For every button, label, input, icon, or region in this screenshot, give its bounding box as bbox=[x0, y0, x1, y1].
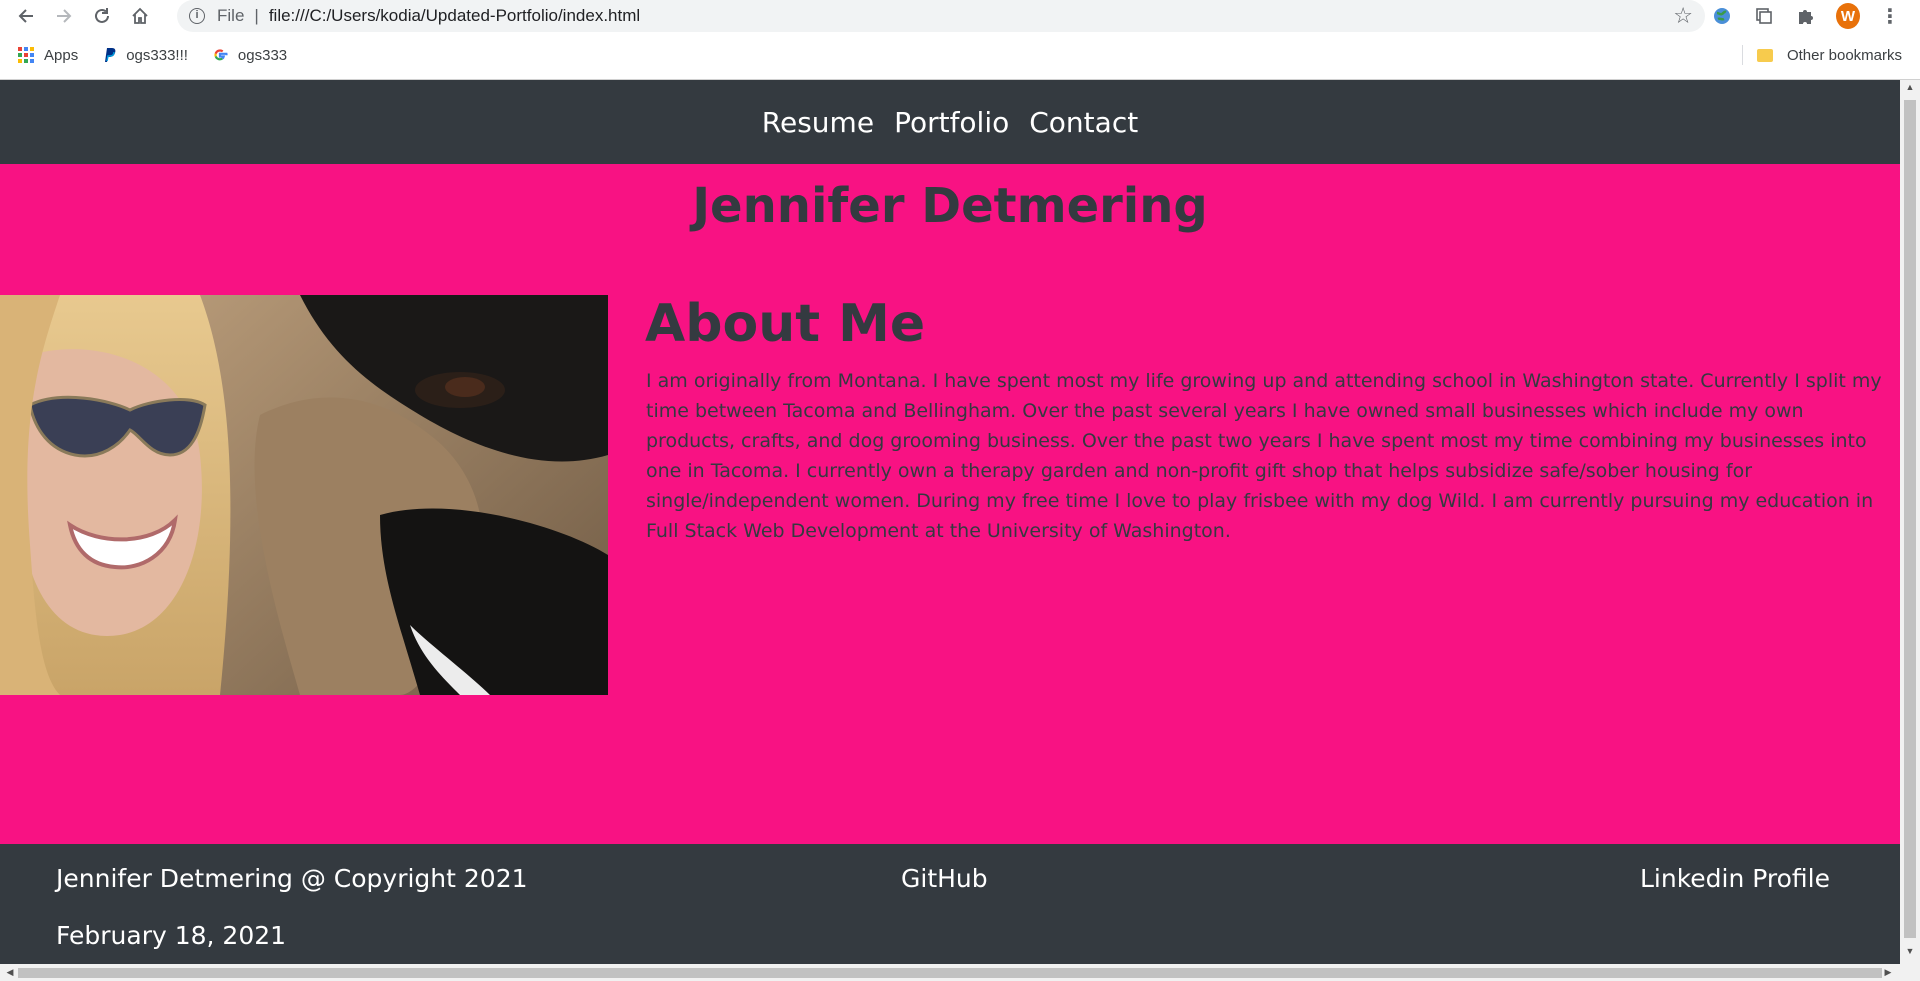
other-bookmarks[interactable]: Other bookmarks bbox=[1741, 38, 1902, 72]
vertical-scroll-thumb[interactable] bbox=[1904, 100, 1916, 938]
scroll-left-arrow-icon[interactable]: ◀ bbox=[2, 964, 18, 981]
vertical-scrollbar[interactable]: ▲ ▼ bbox=[1900, 80, 1920, 964]
scroll-down-arrow-icon[interactable]: ▼ bbox=[1900, 946, 1920, 962]
bookmark-star-icon[interactable]: ☆ bbox=[1673, 3, 1693, 29]
horizontal-scrollbar[interactable]: ◀ ▶ bbox=[0, 964, 1920, 981]
bookmark-google[interactable]: ogs333 bbox=[212, 47, 287, 64]
bookmark-label: ogs333 bbox=[237, 46, 288, 64]
bookmark-label: ogs333!!! bbox=[126, 46, 188, 64]
url-scheme-label: File bbox=[217, 6, 245, 25]
profile-avatar[interactable]: W bbox=[1836, 3, 1860, 29]
google-icon bbox=[212, 47, 228, 63]
home-button[interactable] bbox=[128, 4, 152, 28]
nav-link-contact[interactable]: Contact bbox=[1029, 106, 1138, 139]
url-separator: | bbox=[254, 6, 259, 25]
footer-date: February 18, 2021 bbox=[56, 921, 287, 950]
reload-icon bbox=[95, 8, 109, 23]
browser-toolbar: i File | file:///C:/Users/kodia/Updated-… bbox=[0, 0, 1920, 32]
bookmark-label: Apps bbox=[44, 46, 79, 64]
bookmark-apps[interactable]: Apps bbox=[18, 47, 78, 64]
apps-grid-icon bbox=[18, 47, 34, 63]
nav-link-portfolio[interactable]: Portfolio bbox=[894, 106, 1009, 139]
page-viewport: Resume Portfolio Contact Jennifer Detmer… bbox=[0, 80, 1900, 964]
globe-extension-icon[interactable] bbox=[1710, 4, 1734, 28]
bookmark-paypal[interactable]: ogs333!!! bbox=[102, 47, 188, 64]
woman-and-dog-photo-icon bbox=[0, 295, 608, 695]
arrow-right-icon bbox=[57, 9, 72, 23]
scroll-up-arrow-icon[interactable]: ▲ bbox=[1900, 82, 1920, 98]
toolbar-extensions: W ⋮ bbox=[1710, 0, 1920, 32]
about-paragraph: I am originally from Montana. I have spe… bbox=[646, 370, 1882, 542]
site-info-icon[interactable]: i bbox=[189, 8, 205, 24]
reload-button[interactable] bbox=[90, 4, 114, 28]
horizontal-scroll-thumb[interactable] bbox=[18, 968, 1882, 978]
address-bar[interactable]: i File | file:///C:/Users/kodia/Updated-… bbox=[177, 0, 1705, 32]
about-heading: About Me bbox=[645, 294, 926, 354]
url-text[interactable]: file:///C:/Users/kodia/Updated-Portfolio… bbox=[269, 6, 640, 26]
other-bookmarks-label: Other bookmarks bbox=[1786, 46, 1902, 64]
footer-copyright: Jennifer Detmering @ Copyright 2021 bbox=[56, 864, 528, 893]
folder-icon bbox=[1756, 48, 1773, 62]
bookmarks-bar: Apps ogs333!!! ogs333 Other bookmarks bbox=[0, 38, 1920, 72]
forward-button[interactable] bbox=[52, 4, 76, 28]
home-icon bbox=[132, 7, 148, 24]
scroll-right-arrow-icon[interactable]: ▶ bbox=[1880, 964, 1896, 981]
tab-manager-extension-icon[interactable] bbox=[1752, 4, 1776, 28]
arrow-left-icon bbox=[18, 9, 33, 23]
profile-photo bbox=[0, 295, 608, 695]
paypal-icon bbox=[102, 47, 116, 63]
footer-linkedin-link[interactable]: Linkedin Profile bbox=[1640, 864, 1830, 893]
page-title: Jennifer Detmering bbox=[692, 178, 1208, 234]
more-menu-icon[interactable]: ⋮ bbox=[1878, 4, 1902, 28]
puzzle-extensions-icon[interactable] bbox=[1794, 4, 1818, 28]
bookmarks-divider bbox=[1741, 45, 1743, 65]
nav-link-resume[interactable]: Resume bbox=[762, 106, 874, 139]
footer-github-link[interactable]: GitHub bbox=[901, 864, 988, 893]
about-section: Jennifer Detmering About Me I am origina… bbox=[0, 164, 1900, 844]
back-button[interactable] bbox=[14, 4, 38, 28]
site-navbar: Resume Portfolio Contact bbox=[0, 80, 1900, 164]
site-footer: Jennifer Detmering @ Copyright 2021 GitH… bbox=[0, 844, 1900, 964]
